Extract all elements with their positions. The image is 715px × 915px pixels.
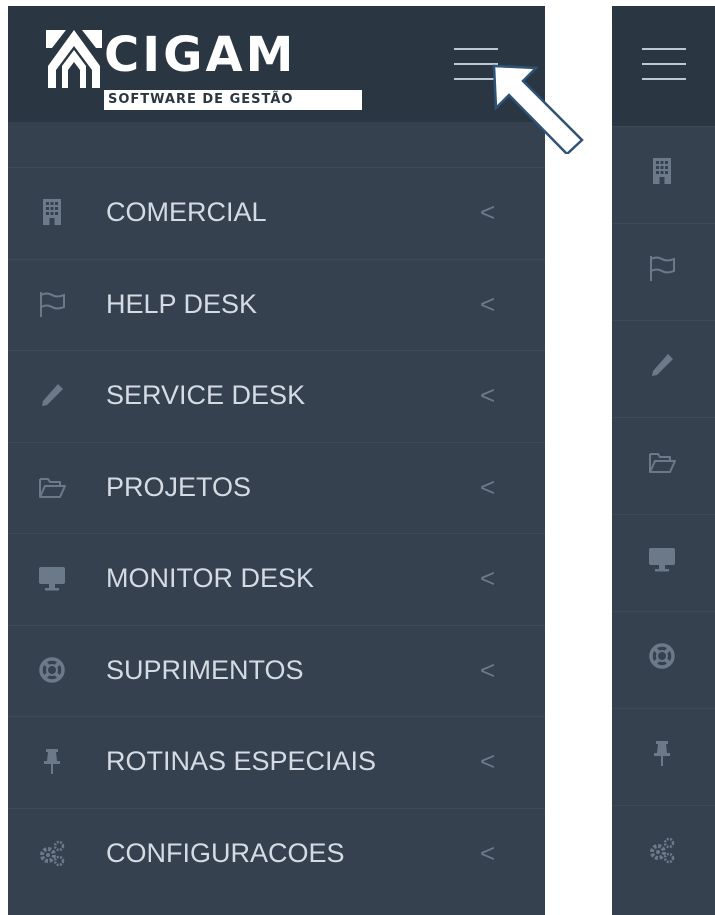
building-icon: [38, 198, 66, 226]
collapsed-item-monitor-desk[interactable]: [612, 514, 715, 606]
logo-wordmark: CIGAM: [104, 27, 297, 83]
pencil-icon: [38, 381, 66, 409]
life-ring-icon: [38, 656, 66, 684]
flag-icon: [648, 254, 676, 282]
collapsed-item-help-desk[interactable]: [612, 223, 715, 315]
chevron-left-icon: <: [480, 288, 496, 319]
chevron-left-icon: <: [480, 563, 496, 593]
sidebar-item-label: CONFIGURACOES: [106, 837, 345, 868]
desktop-icon: [38, 564, 66, 592]
sidebar-item-projetos[interactable]: PROJETOS <: [8, 441, 545, 534]
folder-open-icon: [648, 448, 676, 476]
sidebar-item-configuracoes[interactable]: CONFIGURACOES <: [8, 807, 545, 900]
sidebar-item-comercial[interactable]: COMERCIAL <: [8, 167, 545, 259]
sidebar-item-label: HELP DESK: [106, 288, 258, 319]
sidebar-collapsed: [612, 6, 715, 915]
sidebar-item-suprimentos[interactable]: SUPRIMENTOS <: [8, 624, 545, 717]
sidebar-toggle-button[interactable]: [454, 48, 498, 82]
collapsed-item-suprimentos[interactable]: [612, 611, 715, 703]
desktop-icon: [648, 545, 676, 573]
sidebar-toggle-button-collapsed[interactable]: [642, 48, 686, 82]
collapsed-item-comercial[interactable]: [612, 126, 715, 218]
collapsed-item-service-desk[interactable]: [612, 320, 715, 412]
chevron-left-icon: <: [480, 471, 496, 502]
sidebar-item-label: SUPRIMENTOS: [106, 654, 304, 685]
chevron-left-icon: <: [480, 654, 496, 685]
sidebar-item-monitor-desk[interactable]: MONITOR DESK <: [8, 533, 545, 625]
sidebar-header: CIGAM SOFTWARE DE GESTÃO: [8, 6, 545, 122]
sidebar-item-label: PROJETOS: [106, 471, 252, 502]
chevron-left-icon: <: [480, 746, 496, 776]
sidebar-item-label: COMERCIAL: [106, 197, 267, 227]
chevron-left-icon: <: [480, 837, 496, 868]
life-ring-icon: [648, 642, 676, 670]
sidebar-item-label: SERVICE DESK: [106, 380, 306, 410]
building-icon: [648, 157, 676, 185]
sidebar-item-rotinas-especiais[interactable]: ROTINAS ESPECIAIS <: [8, 716, 545, 808]
chevron-left-icon: <: [480, 380, 496, 410]
gears-icon: [38, 839, 66, 867]
collapsed-item-rotinas-especiais[interactable]: [612, 708, 715, 800]
logo-tagline: SOFTWARE DE GESTÃO: [108, 92, 294, 107]
collapsed-item-configuracoes[interactable]: [612, 805, 715, 897]
sidebar-item-label: ROTINAS ESPECIAIS: [106, 746, 377, 776]
sidebar-header-collapsed: [612, 6, 715, 126]
cigam-logo[interactable]: CIGAM SOFTWARE DE GESTÃO: [46, 26, 366, 112]
sidebar-item-help-desk[interactable]: HELP DESK <: [8, 258, 545, 351]
pencil-icon: [648, 351, 676, 379]
pushpin-icon: [648, 739, 676, 767]
chevron-left-icon: <: [480, 197, 496, 227]
cigam-logo-mark-icon: [46, 30, 102, 88]
gears-icon: [648, 836, 676, 864]
collapsed-item-projetos[interactable]: [612, 417, 715, 509]
flag-icon: [38, 290, 66, 318]
sidebar-item-service-desk[interactable]: SERVICE DESK <: [8, 350, 545, 442]
sidebar-item-label: MONITOR DESK: [106, 563, 315, 593]
pushpin-icon: [38, 747, 66, 775]
sidebar-expanded: CIGAM SOFTWARE DE GESTÃO COMERCIAL < HELP …: [8, 6, 545, 915]
folder-open-icon: [38, 473, 66, 501]
